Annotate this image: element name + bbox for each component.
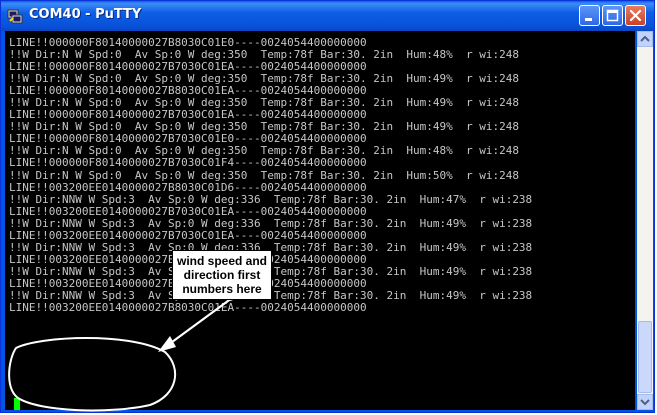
- annotation-line-2: direction first: [183, 268, 261, 282]
- annotation-callout: wind speed and direction first numbers h…: [172, 250, 272, 300]
- annotation-line-1: wind speed and: [176, 254, 267, 268]
- annotation-arrow: [167, 297, 233, 346]
- annotation-line-3: numbers here: [182, 282, 262, 296]
- annotation-ellipse: [8, 337, 176, 412]
- annotation-overlay: [8, 297, 233, 412]
